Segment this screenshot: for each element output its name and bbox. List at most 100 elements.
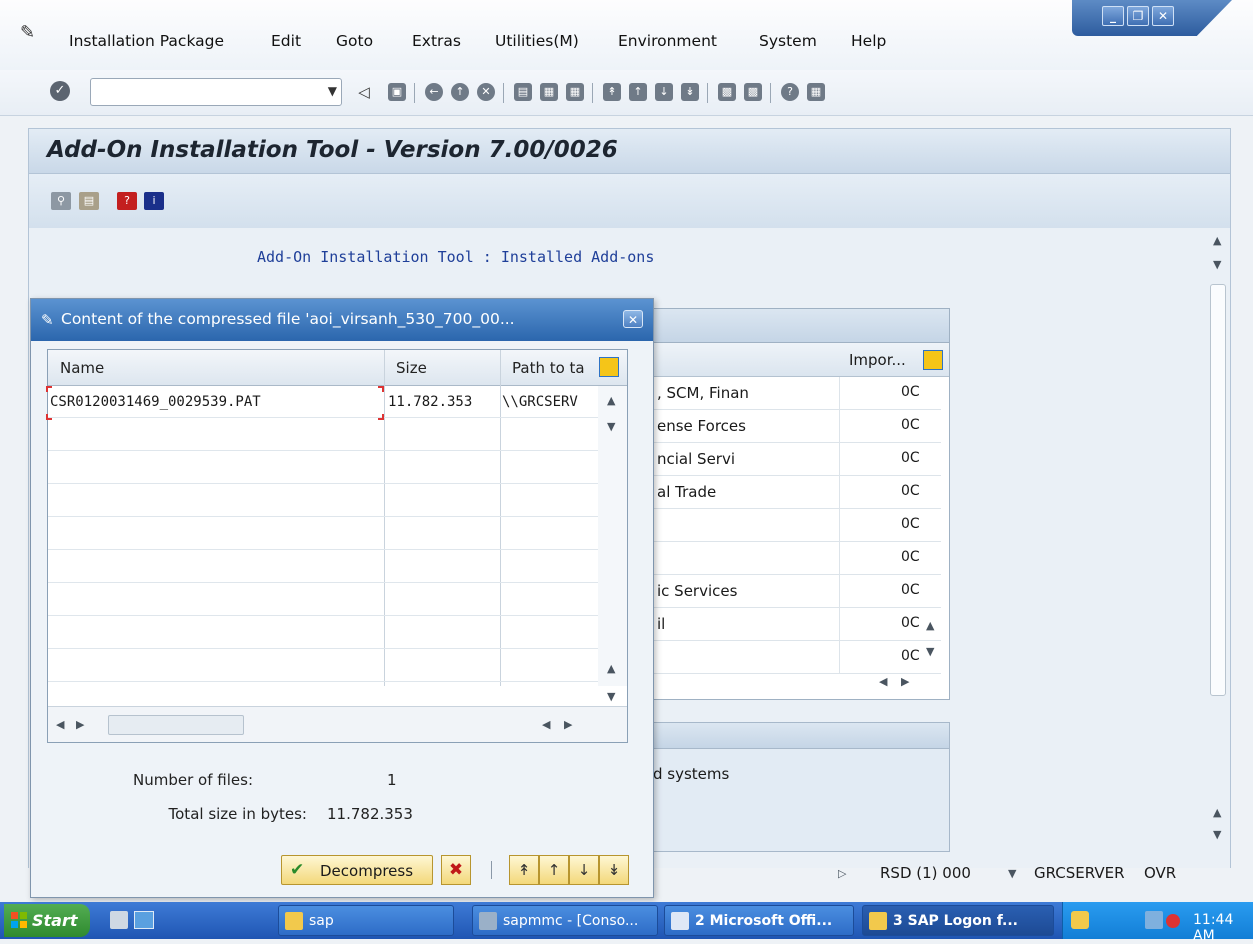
scroll-right-icon[interactable]: ▶	[901, 675, 909, 688]
scroll-left-icon[interactable]: ◀	[879, 675, 887, 688]
table-vertical-scrollbar[interactable]: ▲ ▼ ▲	[598, 386, 627, 686]
scroll-down-icon[interactable]: ▼	[607, 420, 615, 433]
table-row[interactable]	[48, 650, 598, 682]
table-row[interactable]: 0C	[651, 542, 941, 575]
collapse-field-icon[interactable]: ◁	[355, 83, 373, 101]
find-icon[interactable]: ▦	[540, 83, 558, 101]
table-row[interactable]: , SCM, Finan 0C	[651, 377, 941, 410]
find-next-icon[interactable]: ▦	[566, 83, 584, 101]
next-page-icon[interactable]: ↓	[655, 83, 673, 101]
chevron-down-icon[interactable]: ▼	[328, 84, 337, 98]
menu-item-goto[interactable]: Goto	[336, 32, 373, 50]
last-page-button[interactable]: ↡	[599, 855, 629, 885]
display-icon[interactable]: ⚲	[51, 192, 71, 210]
taskbar-item-office[interactable]: 2 Microsoft Offi...	[664, 905, 854, 936]
start-button[interactable]: Start	[4, 904, 90, 937]
status-expand-icon[interactable]: ▷	[838, 867, 846, 880]
show-desktop-icon[interactable]	[134, 911, 154, 929]
column-header-name[interactable]: Name	[60, 359, 104, 377]
scroll-right-icon[interactable]: ▶	[564, 718, 572, 731]
scroll-right-icon[interactable]: ▶	[76, 718, 84, 731]
column-settings-icon[interactable]	[923, 350, 943, 370]
last-page-icon[interactable]: ↡	[681, 83, 699, 101]
scroll-left-icon[interactable]: ◀	[542, 718, 550, 731]
scroll-left-icon[interactable]: ◀	[56, 718, 64, 731]
table-row[interactable]	[48, 617, 598, 649]
enter-check-icon[interactable]: ✓	[50, 81, 70, 101]
scroll-down-icon[interactable]: ▼	[926, 645, 934, 658]
sap-tray-icon[interactable]	[1071, 911, 1089, 929]
main-vertical-scrollbar[interactable]: ▲ ▼ ▲ ▼	[1206, 228, 1230, 868]
dialog-title-bar[interactable]: ✎ Content of the compressed file 'aoi_vi…	[31, 299, 653, 341]
alert-icon[interactable]	[1166, 914, 1180, 928]
table-row[interactable]: al Trade 0C	[651, 476, 941, 509]
restore-icon[interactable]: ❐	[1127, 6, 1149, 26]
close-window-icon[interactable]: ✕	[1152, 6, 1174, 26]
menu-item-system[interactable]: System	[759, 32, 817, 50]
print-icon[interactable]: ▤	[514, 83, 532, 101]
column-header-path[interactable]: Path to ta	[512, 359, 596, 377]
scroll-thumb[interactable]	[1210, 284, 1226, 696]
info-icon[interactable]: i	[144, 192, 164, 210]
file-name-cell[interactable]: CSR0120031469_0029539.PAT	[50, 394, 380, 410]
shortcut-icon[interactable]: ▩	[744, 83, 762, 101]
help-red-icon[interactable]: ?	[117, 192, 137, 210]
menu-item-installation-package[interactable]: Installation Package	[69, 32, 224, 50]
new-session-icon[interactable]: ▩	[718, 83, 736, 101]
clock[interactable]: 11:44 AM	[1193, 912, 1253, 944]
table-row[interactable]	[48, 419, 598, 451]
cancel-icon[interactable]: ✕	[477, 83, 495, 101]
table-row[interactable]: il 0C	[651, 608, 941, 641]
scroll-down-icon[interactable]: ▼	[607, 690, 615, 703]
minimize-icon[interactable]: _	[1102, 6, 1124, 26]
previous-page-button[interactable]: ↑	[539, 855, 569, 885]
scroll-up-icon[interactable]: ▲	[1213, 234, 1221, 247]
scroll-down-icon[interactable]: ▼	[1213, 828, 1221, 841]
file-path-cell[interactable]: \\GRCSERV	[502, 394, 596, 410]
scroll-up-icon[interactable]: ▲	[926, 619, 934, 632]
table-row[interactable]: ncial Servi 0C	[651, 443, 941, 476]
table-row[interactable]	[48, 485, 598, 517]
table-row[interactable]	[48, 551, 598, 583]
network-icon[interactable]	[1145, 911, 1163, 929]
menu-item-utilities[interactable]: Utilities(M)	[495, 32, 579, 50]
menu-item-edit[interactable]: Edit	[271, 32, 301, 50]
first-page-button[interactable]: ↟	[509, 855, 539, 885]
status-system[interactable]: RSD (1) 000	[880, 864, 971, 882]
table-row[interactable]: ense Forces 0C	[651, 410, 941, 443]
log-icon[interactable]: ▤	[79, 192, 99, 210]
table-row[interactable]: 0C	[651, 509, 941, 542]
table-row[interactable]	[48, 584, 598, 616]
command-field[interactable]: ▼	[90, 78, 342, 106]
table-row[interactable]: CSR0120031469_0029539.PAT 11.782.353 \\G…	[48, 386, 598, 418]
exit-icon[interactable]: ↑	[451, 83, 469, 101]
taskbar-item-sap[interactable]: sap	[278, 905, 454, 936]
file-size-cell[interactable]: 11.782.353	[388, 394, 500, 410]
decompress-button[interactable]: ✔ Decompress	[281, 855, 433, 885]
scroll-up-icon[interactable]: ▲	[1213, 806, 1221, 819]
cancel-button[interactable]: ✖	[441, 855, 471, 885]
layout-menu-icon[interactable]: ▦	[807, 83, 825, 101]
table-row[interactable]: 0C	[651, 641, 941, 674]
scroll-thumb[interactable]	[108, 715, 244, 735]
table-row[interactable]	[48, 452, 598, 484]
previous-page-icon[interactable]: ↑	[629, 83, 647, 101]
quick-launch-icon[interactable]	[110, 911, 128, 929]
column-header-size[interactable]: Size	[396, 359, 427, 377]
scroll-down-icon[interactable]: ▼	[1213, 258, 1221, 271]
chevron-down-icon[interactable]: ▼	[1008, 867, 1016, 880]
taskbar-item-sapmmc[interactable]: sapmmc - [Conso...	[472, 905, 658, 936]
menu-item-extras[interactable]: Extras	[412, 32, 461, 50]
next-page-button[interactable]: ↓	[569, 855, 599, 885]
table-horizontal-scrollbar[interactable]: ◀ ▶ ◀ ▶	[48, 706, 627, 742]
help-icon[interactable]: ?	[781, 83, 799, 101]
table-row[interactable]: ic Services 0C	[651, 575, 941, 608]
column-settings-icon[interactable]	[599, 357, 619, 377]
scroll-up-icon[interactable]: ▲	[607, 662, 615, 675]
taskbar-item-sap-logon[interactable]: 3 SAP Logon f...	[862, 905, 1054, 936]
column-header-import[interactable]: Impor...	[849, 351, 906, 369]
menu-item-help[interactable]: Help	[851, 32, 886, 50]
close-icon[interactable]: ✕	[623, 310, 643, 328]
scroll-up-icon[interactable]: ▲	[607, 394, 615, 407]
table-row[interactable]	[48, 518, 598, 550]
